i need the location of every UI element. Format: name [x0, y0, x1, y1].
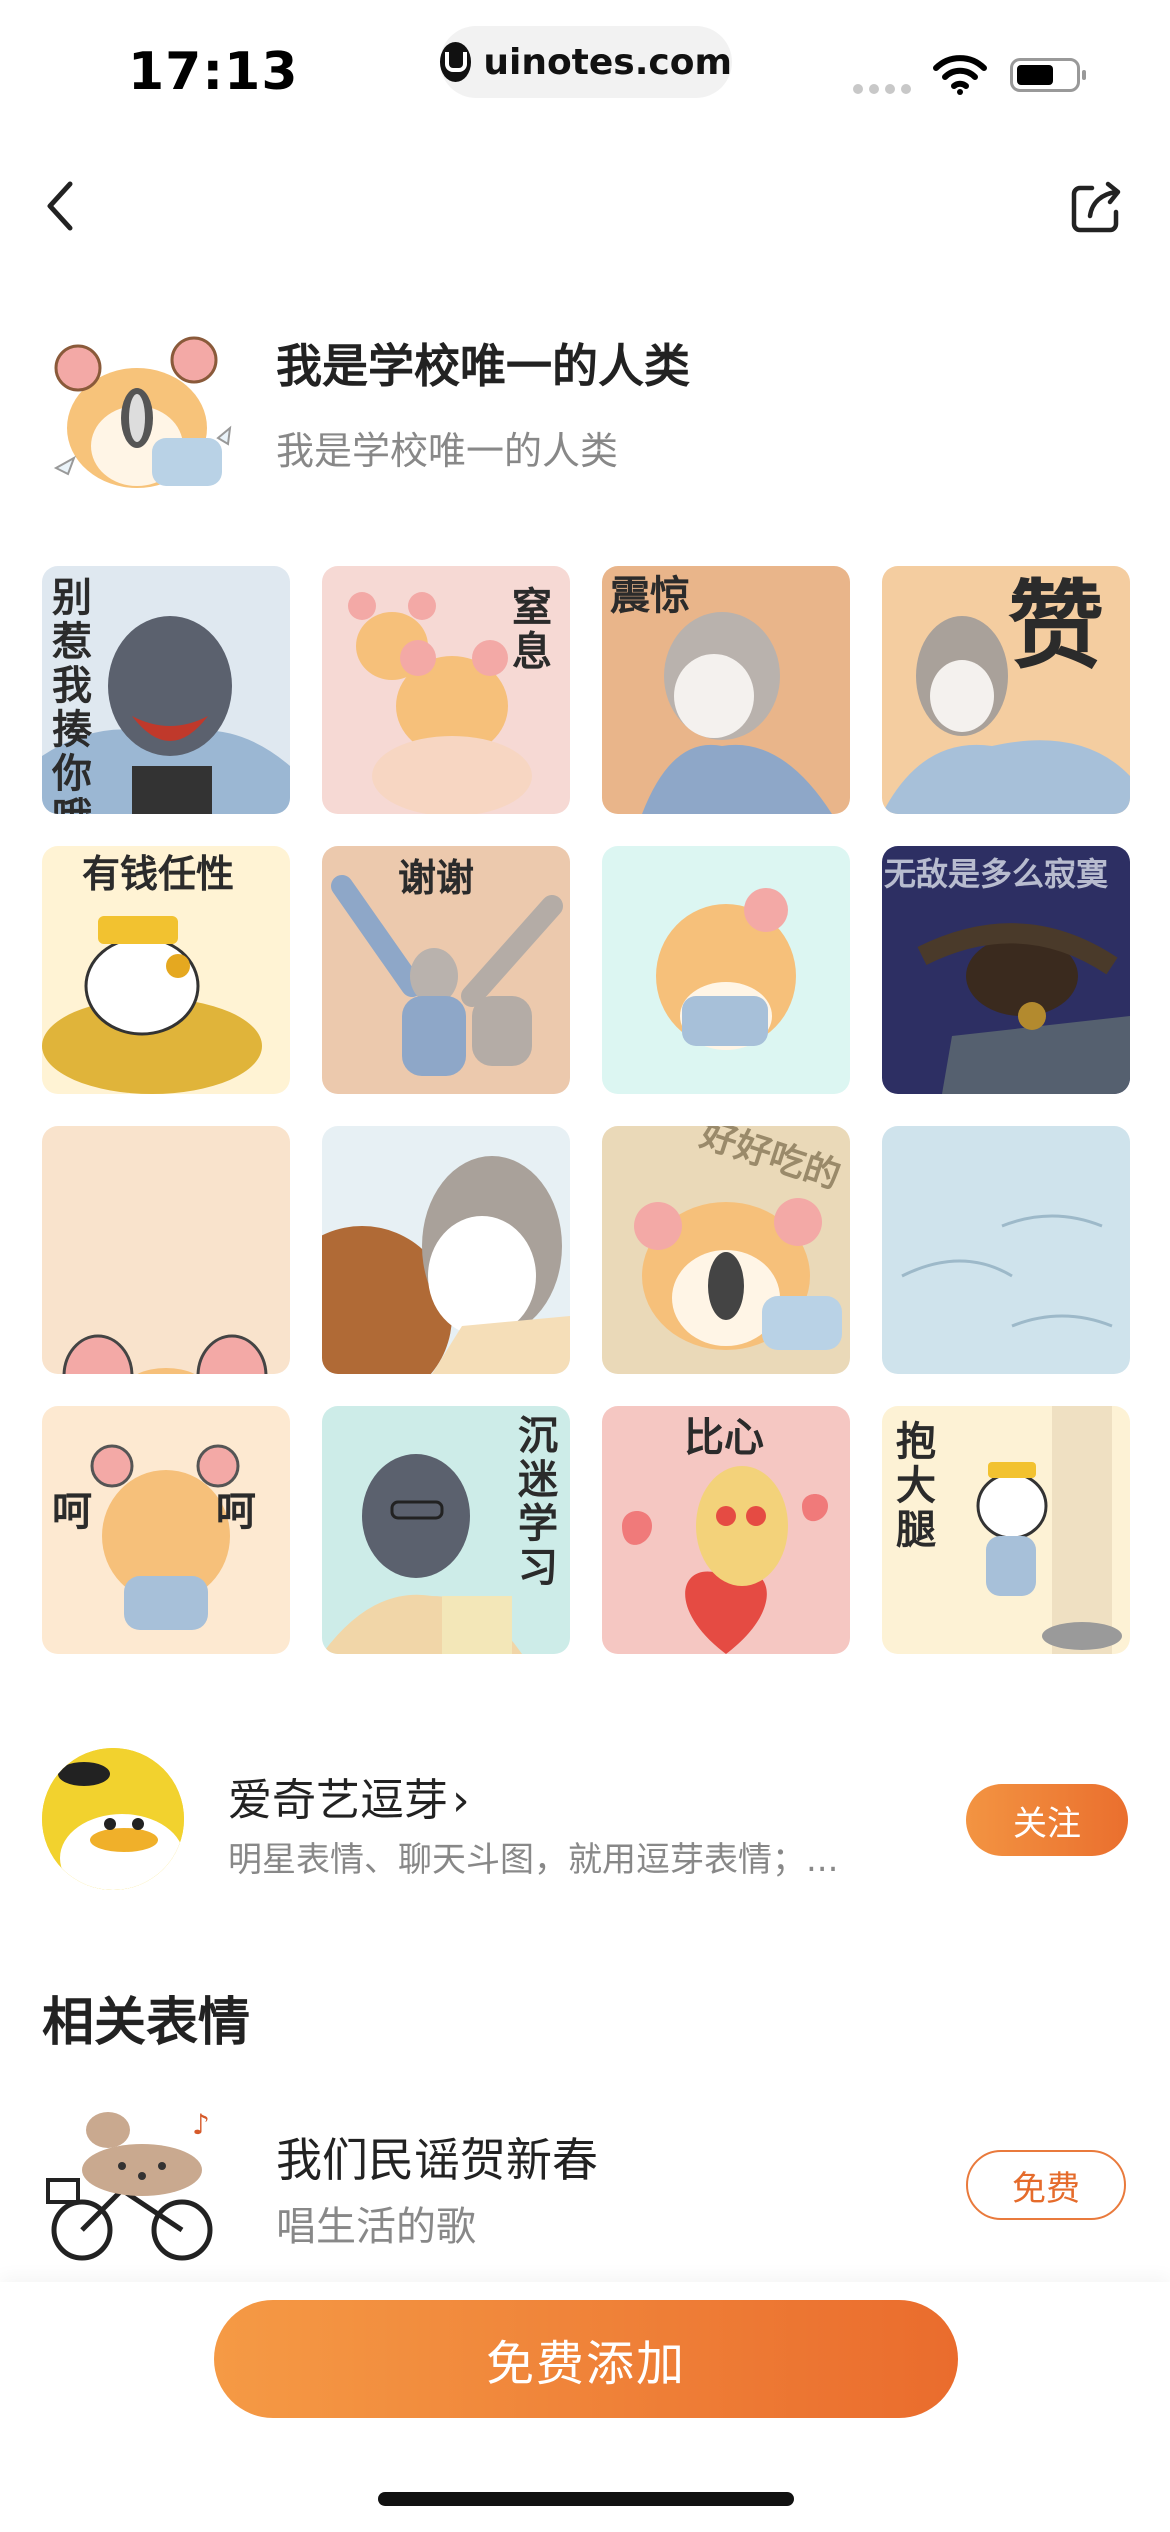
sticker-caption: 比心 [684, 1415, 764, 1461]
status-bar: 17:13 uinotes.com [0, 0, 1170, 130]
sticker[interactable]: 抱大腿 [882, 1406, 1130, 1654]
author-avatar[interactable] [42, 1748, 184, 1890]
sticker[interactable]: 谢谢 [322, 846, 570, 1094]
sticker-art [322, 1126, 570, 1374]
sticker[interactable]: 赞 [882, 566, 1130, 814]
sticker-caption: 赞 [1008, 570, 1104, 682]
author-description: 明星表情、聊天斗图，就用逗芽表情；... [228, 1840, 839, 1880]
sticker-caption: 谢谢 [398, 856, 475, 900]
sticker[interactable]: 窒息 [322, 566, 570, 814]
sticker-caption: 别惹我 揍你哦 [52, 575, 92, 814]
free-add-button[interactable]: 免费添加 [214, 2300, 958, 2418]
sticker-caption: 抱大腿 [896, 1419, 936, 1553]
sticker[interactable]: 比心 [602, 1406, 850, 1654]
related-subtitle: 唱生活的歌 [276, 2204, 476, 2250]
related-title: 我们民谣贺新春 [276, 2133, 598, 2187]
sticker-caption: 无敌是多么寂寞 [884, 855, 1109, 893]
related-heading: 相关表情 [42, 1993, 251, 2053]
sticker[interactable]: 无敌是多么寂寞 [882, 846, 1130, 1094]
home-indicator [378, 2492, 794, 2506]
author-name[interactable]: 爱奇艺逗芽› [228, 1764, 470, 1828]
sticker-caption: 窒息 [512, 585, 552, 675]
wifi-icon [933, 55, 987, 95]
sticker-art [882, 1126, 1130, 1374]
sticker[interactable] [42, 1126, 290, 1374]
chevron-right-icon: › [452, 1775, 470, 1826]
url-pill[interactable]: uinotes.com [440, 26, 732, 98]
related-thumbnail: ♪ [46, 2108, 213, 2261]
sticker[interactable] [322, 1126, 570, 1374]
free-badge[interactable]: 免费 [966, 2150, 1126, 2220]
svg-text:♪: ♪ [192, 2108, 210, 2141]
sticker-caption: 沉迷学习 [518, 1413, 558, 1591]
sticker[interactable] [602, 846, 850, 1094]
pack-thumbnail [53, 336, 232, 488]
sticker-art [602, 846, 850, 1094]
sticker-caption: 有钱任性 [82, 852, 235, 896]
follow-button[interactable]: 关注 [966, 1784, 1128, 1856]
site-logo-icon [440, 42, 472, 82]
share-icon[interactable] [1068, 178, 1126, 236]
sticker[interactable] [882, 1126, 1130, 1374]
pack-subtitle: 我是学校唯一的人类 [276, 429, 619, 473]
sticker[interactable]: 好好吃的 [602, 1126, 850, 1374]
battery-icon [1010, 58, 1086, 92]
sticker-art [42, 1126, 290, 1374]
sticker[interactable]: 震惊 [602, 566, 850, 814]
back-button[interactable] [40, 178, 80, 234]
sticker-caption: 震惊 [610, 573, 690, 619]
sticker-caption: 呵 呵 [52, 1489, 256, 1535]
sticker[interactable]: 沉迷学习 [322, 1406, 570, 1654]
url-text: uinotes.com [483, 41, 732, 83]
sticker[interactable]: 呵 呵 [42, 1406, 290, 1654]
pack-title: 我是学校唯一的人类 [276, 339, 690, 393]
sticker[interactable]: 有钱任性 [42, 846, 290, 1094]
status-time: 17:13 [128, 42, 299, 102]
author-name-text: 爱奇艺逗芽 [228, 1775, 448, 1826]
sticker[interactable]: 别惹我 揍你哦 [42, 566, 290, 814]
signal-icon [853, 84, 911, 94]
